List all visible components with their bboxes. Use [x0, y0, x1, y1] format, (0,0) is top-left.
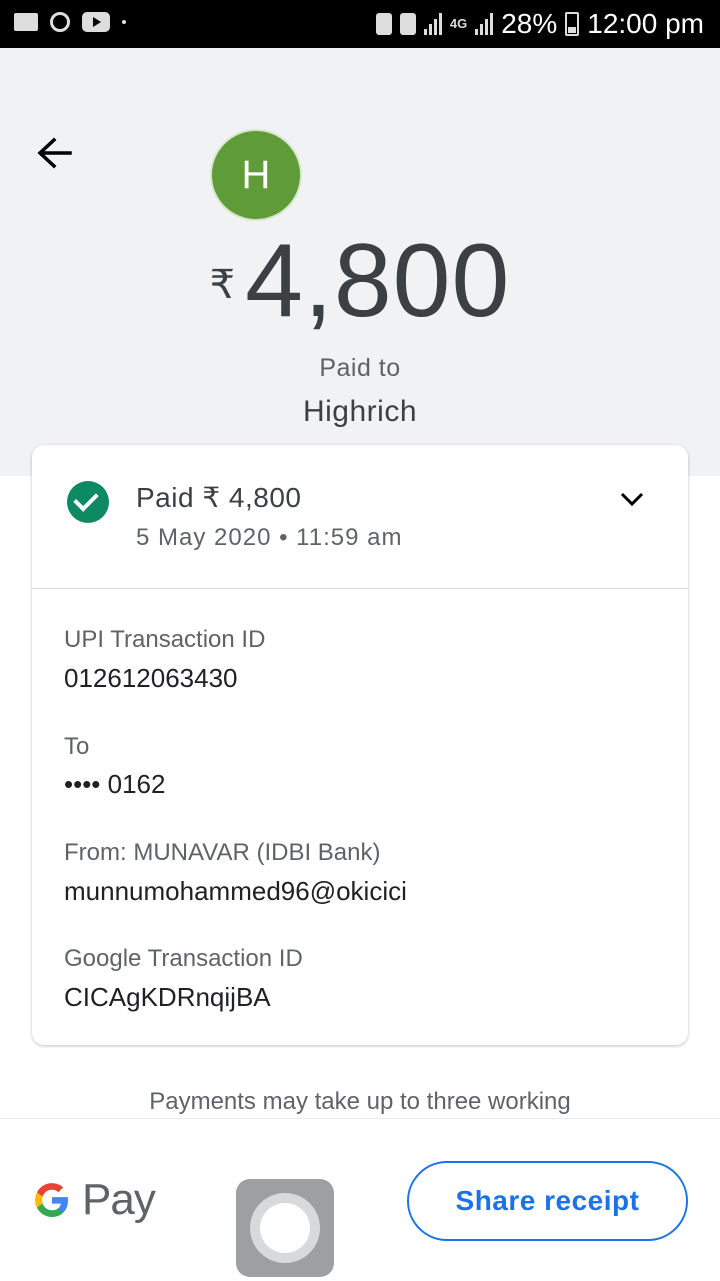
- clock: 12:00 pm: [587, 8, 704, 39]
- payment-amount: 4,800: [245, 223, 511, 339]
- assistive-touch-button[interactable]: [236, 1179, 334, 1277]
- google-transaction-id-value: CICAgKDRnqijBA: [64, 982, 271, 1012]
- status-bar-notifications: [14, 12, 126, 32]
- folder-icon: [14, 13, 38, 31]
- youtube-icon: [82, 12, 110, 32]
- back-arrow-icon: [37, 137, 72, 169]
- google-g-icon: [35, 1183, 68, 1217]
- recycle-icon: [375, 13, 392, 35]
- share-receipt-button[interactable]: Share receipt: [407, 1161, 688, 1241]
- status-bar-system: 4G 28% 12:00 pm: [375, 8, 704, 40]
- gpay-logo: Pay: [32, 1175, 156, 1225]
- processing-note: Payments may take up to three working: [149, 1088, 571, 1115]
- amount-display: ₹ 4,800: [0, 222, 720, 340]
- signal-icon-2: [475, 13, 494, 35]
- chevron-down-icon[interactable]: [620, 491, 644, 507]
- status-bar: 4G 28% 12:00 pm: [0, 0, 720, 48]
- divider: [32, 588, 688, 589]
- to-label: To: [64, 733, 90, 760]
- sim-icon: [399, 13, 416, 35]
- payee-name: Highrich: [302, 395, 418, 428]
- upi-transaction-id-value: 012612063430: [64, 663, 238, 693]
- gpay-text: Pay: [82, 1175, 156, 1224]
- status-title: Paid ₹ 4,800: [136, 482, 302, 513]
- to-account-value: •••• 0162: [64, 769, 166, 799]
- transaction-details-card: Paid ₹ 4,800 5 May 2020 • 11:59 am UPI T…: [32, 445, 688, 1045]
- google-transaction-id-label: Google Transaction ID: [64, 945, 303, 972]
- upi-transaction-id-label: UPI Transaction ID: [64, 626, 266, 653]
- dot-icon: [122, 20, 126, 24]
- circle-icon: [50, 12, 70, 32]
- assistive-touch-icon: [260, 1203, 310, 1253]
- network-type: 4G: [449, 16, 468, 31]
- signal-icon: [423, 13, 442, 35]
- back-button[interactable]: [32, 132, 80, 174]
- status-date: 5 May 2020 • 11:59 am: [136, 524, 403, 551]
- check-circle-icon: [67, 481, 109, 523]
- bottom-bar: Pay Share receipt: [0, 1118, 720, 1281]
- from-label: From: MUNAVAR (IDBI Bank): [64, 839, 381, 866]
- battery-percent: 28%: [501, 8, 558, 39]
- battery-icon: [565, 12, 580, 36]
- avatar: H: [210, 129, 302, 221]
- from-upi-value: munnumohammed96@okicici: [64, 876, 407, 906]
- currency-symbol: ₹: [209, 263, 236, 307]
- paid-to-label: Paid to: [319, 354, 401, 382]
